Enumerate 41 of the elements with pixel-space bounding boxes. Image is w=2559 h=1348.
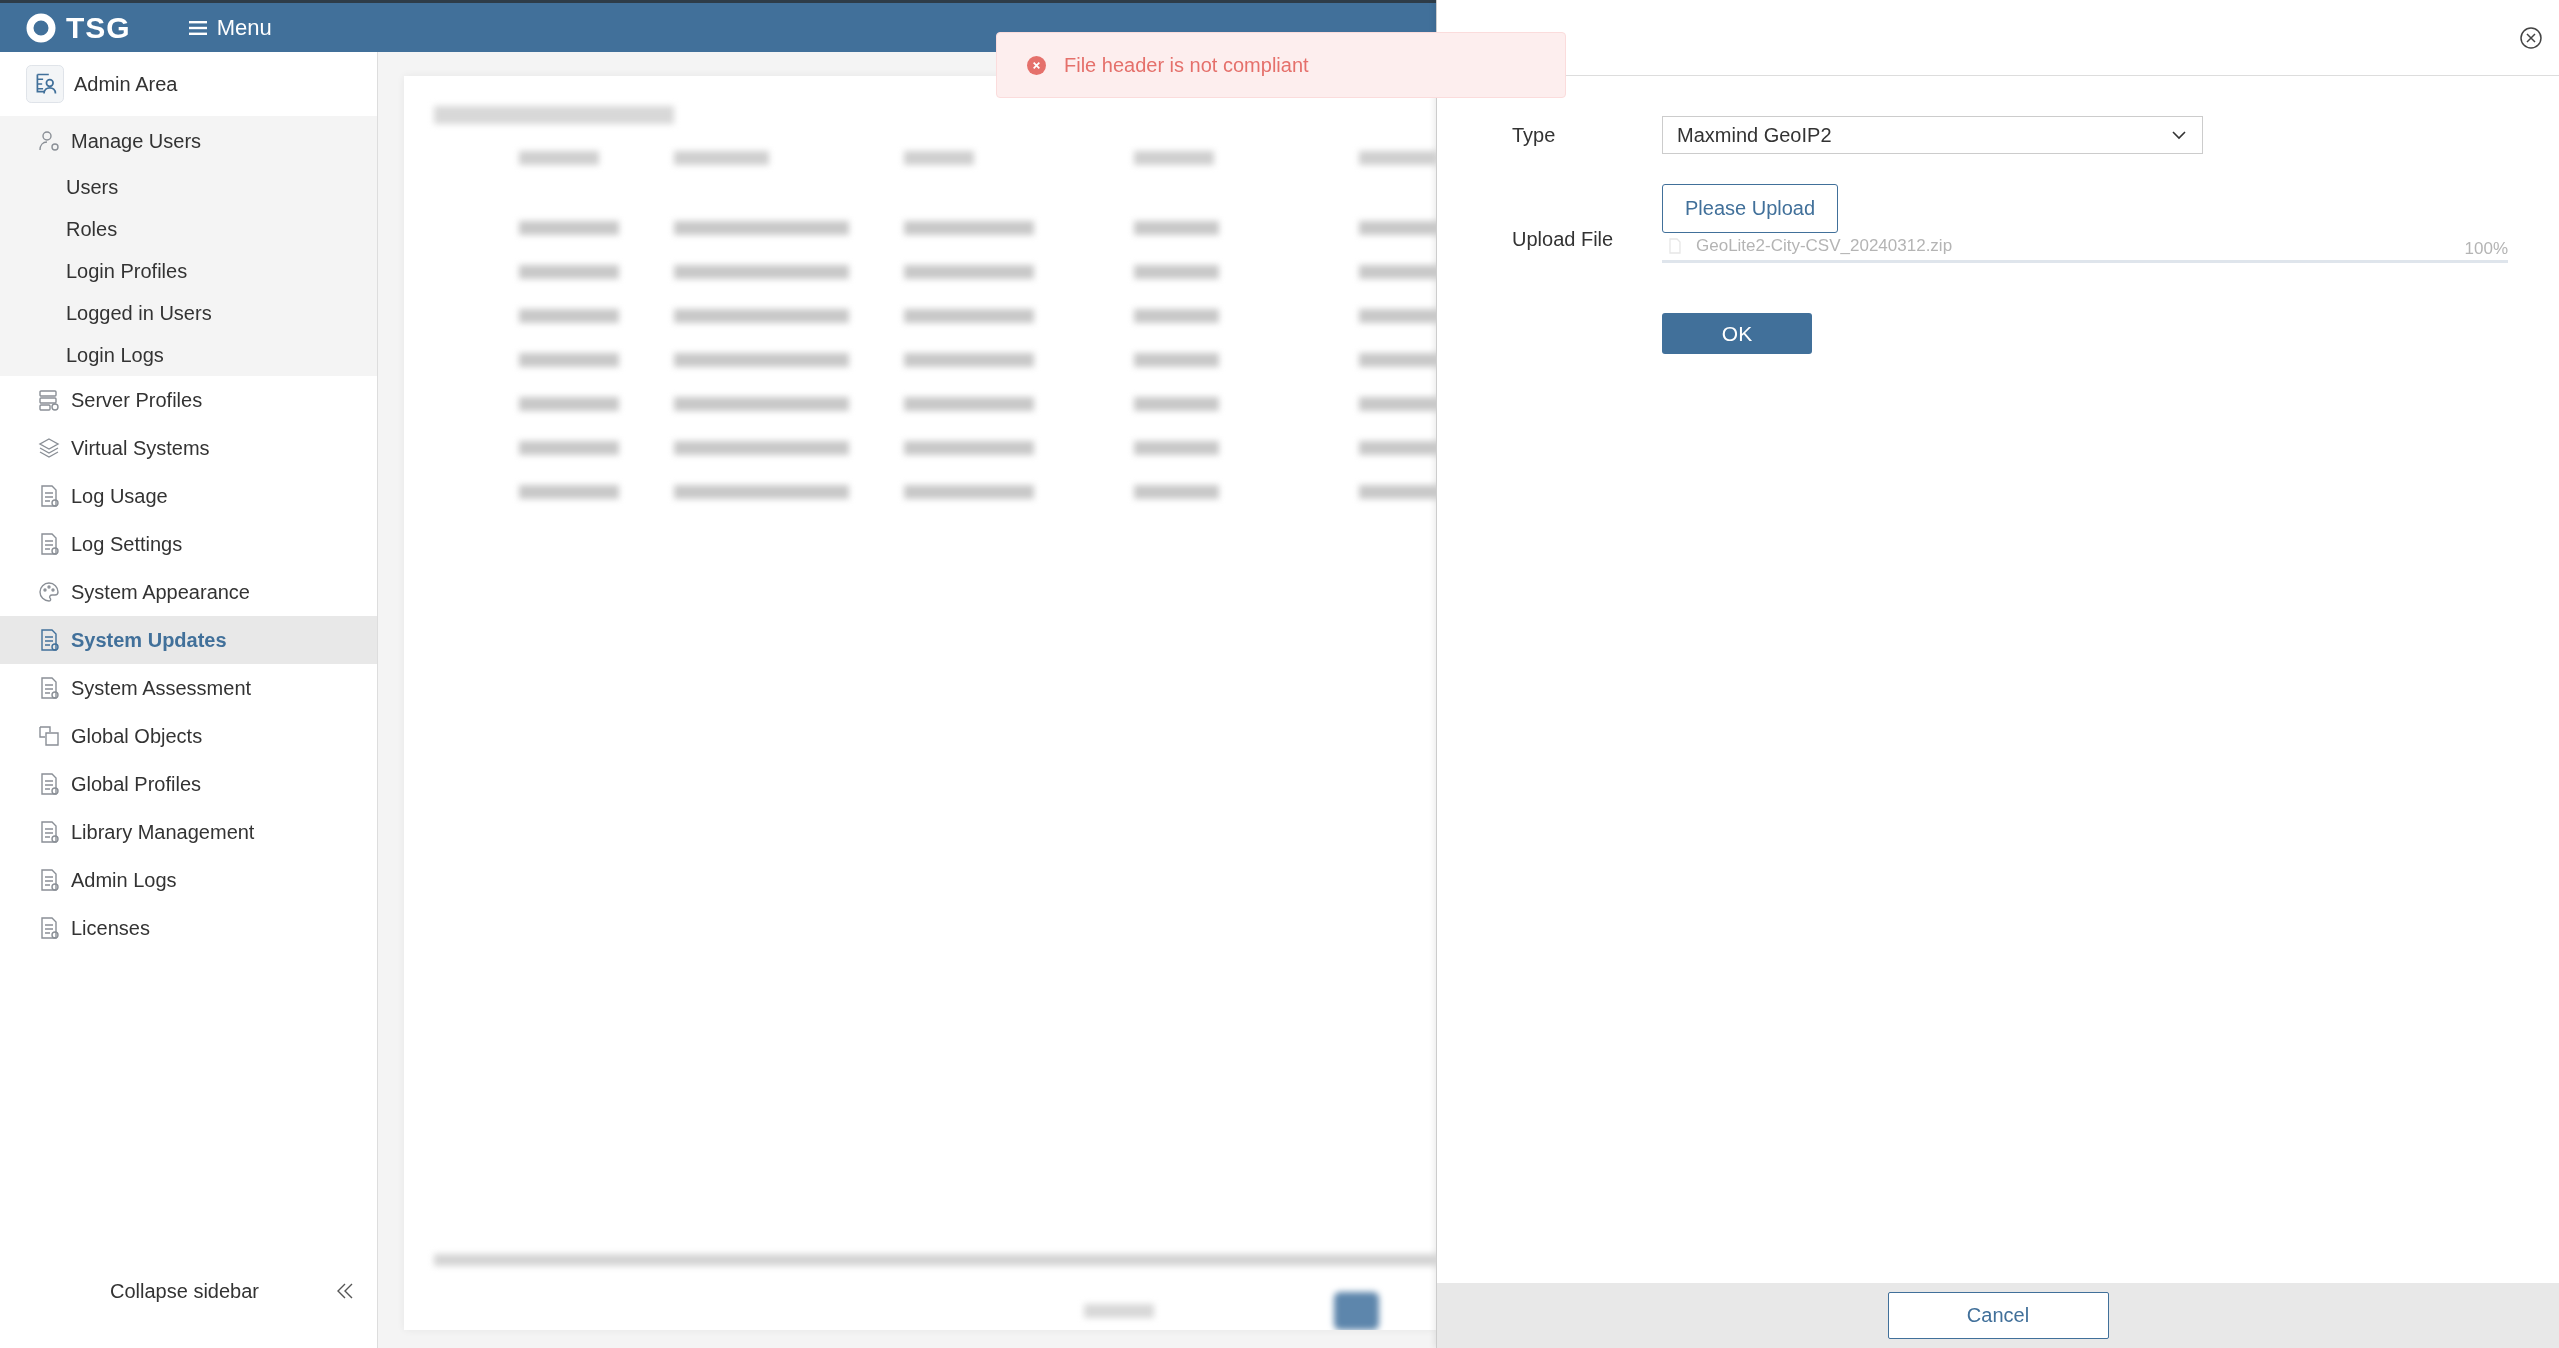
type-label: Type xyxy=(1512,123,1557,147)
layers-icon xyxy=(37,436,61,460)
sidebar-item[interactable]: Log Usage xyxy=(0,472,377,520)
sidebar-subitem[interactable]: Roles xyxy=(0,208,377,250)
sidebar-item[interactable]: Licenses xyxy=(0,904,377,952)
sidebar-item[interactable]: Virtual Systems xyxy=(0,424,377,472)
upload-button[interactable]: Please Upload xyxy=(1662,184,1839,233)
squares-icon xyxy=(37,724,61,748)
toast-message: File header is not compliant xyxy=(1064,53,1309,77)
sidebar-item[interactable]: Global Objects xyxy=(0,712,377,760)
sidebar-subitem[interactable]: Login Logs xyxy=(0,334,377,376)
collapse-sidebar-button[interactable]: Collapse sidebar xyxy=(110,1279,259,1303)
double-chevron-left-icon[interactable] xyxy=(335,1281,355,1301)
sidebar-item[interactable]: Server Profiles xyxy=(0,376,377,424)
sidebar-subitem[interactable]: Users xyxy=(0,166,377,208)
sidebar-item[interactable]: System Assessment xyxy=(0,664,377,712)
sidebar-title: Admin Area xyxy=(74,72,178,96)
ok-button[interactable]: OK xyxy=(1662,313,1812,354)
file-name: GeoLite2-City-CSV_20240312.zip xyxy=(1696,236,1953,256)
sidebar-item[interactable]: Manage Users xyxy=(0,116,377,166)
sidebar-item[interactable]: Global Profiles xyxy=(0,760,377,808)
menu-icon xyxy=(188,20,207,35)
sidebar-subitem[interactable]: Logged in Users xyxy=(0,292,377,334)
sidebar-item[interactable]: System Updates xyxy=(0,616,377,664)
logo-text: TSG xyxy=(66,10,131,45)
error-icon xyxy=(1027,55,1046,75)
upload-file-label: Upload File xyxy=(1512,228,1615,251)
sidebar-item[interactable]: System Appearance xyxy=(0,568,377,616)
sidebar-item[interactable]: Admin Logs xyxy=(0,856,377,904)
menu-button[interactable]: Menu xyxy=(188,14,272,41)
palette-icon xyxy=(37,580,61,604)
file-icon xyxy=(1668,238,1682,254)
logo-icon xyxy=(26,12,56,43)
sidebar-subitem[interactable]: Login Profiles xyxy=(0,250,377,292)
admin-user-icon xyxy=(26,65,64,103)
cancel-button[interactable]: Cancel xyxy=(1887,1292,2109,1339)
progress-reading: 100% xyxy=(2464,239,2508,259)
close-icon[interactable] xyxy=(2519,25,2543,50)
sidebar-item[interactable]: Log Settings xyxy=(0,520,377,568)
sidebar-item[interactable]: Library Management xyxy=(0,808,377,856)
type-select[interactable]: Maxmind GeoIP2 xyxy=(1662,116,2203,154)
